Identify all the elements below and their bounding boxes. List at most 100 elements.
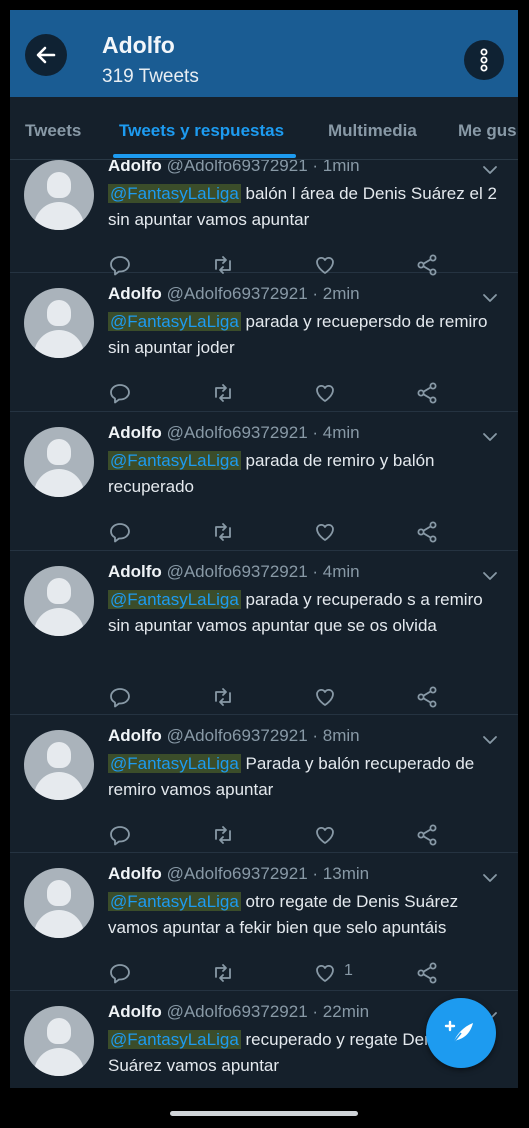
tweet-header: Adolfo @Adolfo69372921 · 2min [108,284,360,304]
tab-multimedia[interactable]: Multimedia [328,121,417,141]
reply-icon[interactable] [108,685,132,709]
retweet-icon[interactable] [211,381,235,405]
tweet-time: · 4min [312,423,360,442]
tweet-time: · 2min [312,284,360,303]
avatar-head-shape [47,439,71,465]
author-handle: @Adolfo69372921 [166,562,308,581]
tweet-header: Adolfo @Adolfo69372921 · 4min [108,562,360,582]
tweet-time: · 13min [312,864,370,883]
chevron-down-icon[interactable] [482,429,498,441]
heart-icon[interactable] [313,381,337,405]
reply-icon[interactable] [108,381,132,405]
app-screen: Adolfo 319 Tweets Tweets Tweets y respue… [10,10,518,1088]
retweet-icon[interactable] [211,823,235,847]
heart-icon[interactable] [313,520,337,544]
compose-tweet-button[interactable] [426,998,496,1068]
more-options-button[interactable] [464,40,504,80]
chevron-down-icon[interactable] [482,162,498,174]
avatar-head-shape [47,880,71,906]
tweet-text: @FantasyLaLiga parada de remiro y balón … [108,448,504,500]
tweet-header: Adolfo @Adolfo69372921 · 4min [108,423,360,443]
author-name[interactable]: Adolfo [108,160,162,175]
chevron-down-icon[interactable] [482,290,498,302]
active-tab-indicator [113,154,296,158]
avatar-body-shape [34,1048,84,1076]
tweet-actions: 1 [108,961,448,985]
tweet-header: Adolfo @Adolfo69372921 · 13min [108,864,369,884]
vertical-dots-icon [480,48,488,72]
author-name[interactable]: Adolfo [108,562,162,581]
chevron-down-icon[interactable] [482,732,498,744]
mention-link[interactable]: @FantasyLaLiga [108,451,241,470]
avatar[interactable] [24,160,94,230]
author-name[interactable]: Adolfo [108,1002,162,1021]
retweet-icon[interactable] [211,961,235,985]
author-name[interactable]: Adolfo [108,864,162,883]
share-icon[interactable] [415,685,439,709]
mention-link[interactable]: @FantasyLaLiga [108,754,241,773]
mention-link[interactable]: @FantasyLaLiga [108,1030,241,1049]
chevron-down-icon[interactable] [482,870,498,882]
avatar[interactable] [24,566,94,636]
tweet-text: @FantasyLaLiga otro regate de Denis Suár… [108,889,504,941]
tweet-text: @FantasyLaLiga parada y recuperado s a r… [108,587,504,639]
mention-link[interactable]: @FantasyLaLiga [108,590,241,609]
heart-icon[interactable] [313,685,337,709]
tweet-text: @FantasyLaLiga balón l área de Denis Suá… [108,181,504,233]
heart-icon[interactable] [313,823,337,847]
mention-link[interactable]: @FantasyLaLiga [108,184,241,203]
tweet-header: Adolfo @Adolfo69372921 · 8min [108,726,360,746]
tweet-text: @FantasyLaLiga Parada y balón recuperado… [108,751,504,803]
share-icon[interactable] [415,961,439,985]
avatar[interactable] [24,730,94,800]
tweet-item[interactable]: Adolfo @Adolfo69372921 · 4min @FantasyLaL… [10,550,518,715]
tweet-time: · 1min [312,160,360,175]
profile-header: Adolfo 319 Tweets [10,10,518,97]
tweet-item[interactable]: Adolfo @Adolfo69372921 · 2min @FantasyLaL… [10,272,518,412]
tweet-actions [108,381,448,405]
chevron-down-icon[interactable] [482,568,498,580]
avatar[interactable] [24,288,94,358]
reply-icon[interactable] [108,520,132,544]
author-handle: @Adolfo69372921 [166,726,308,745]
mention-link[interactable]: @FantasyLaLiga [108,312,241,331]
avatar[interactable] [24,427,94,497]
author-handle: @Adolfo69372921 [166,864,308,883]
tweet-text: @FantasyLaLiga parada y recuepersdo de r… [108,309,504,361]
tab-me-gusta[interactable]: Me gus [458,121,517,141]
tweet-item[interactable]: Adolfo @Adolfo69372921 · 4min @FantasyLaL… [10,411,518,551]
tweet-actions [108,823,448,847]
tweet-item[interactable]: Adolfo @Adolfo69372921 · 1min @FantasyLaL… [10,160,518,276]
avatar-body-shape [34,608,84,636]
share-icon[interactable] [415,823,439,847]
tweet-time: · 22min [312,1002,370,1021]
avatar[interactable] [24,868,94,938]
heart-icon[interactable] [313,961,337,985]
share-icon[interactable] [415,520,439,544]
avatar[interactable] [24,1006,94,1076]
tweet-actions [108,520,448,544]
author-name[interactable]: Adolfo [108,726,162,745]
retweet-icon[interactable] [211,685,235,709]
author-handle: @Adolfo69372921 [166,1002,308,1021]
tab-tweets[interactable]: Tweets [25,121,81,141]
tweet-item[interactable]: Adolfo @Adolfo69372921 · 8min @FantasyLaL… [10,714,518,853]
tweet-time: · 8min [312,726,360,745]
reply-icon[interactable] [108,823,132,847]
avatar-body-shape [34,469,84,497]
back-button[interactable] [25,34,67,76]
tab-tweets-y-respuestas[interactable]: Tweets y respuestas [119,121,284,141]
retweet-icon[interactable] [211,520,235,544]
reply-icon[interactable] [108,961,132,985]
tweet-item[interactable]: Adolfo @Adolfo69372921 · 13min @FantasyLa… [10,852,518,991]
share-icon[interactable] [415,381,439,405]
tweet-feed[interactable]: Adolfo @Adolfo69372921 · 1min @FantasyLaL… [10,160,518,1088]
avatar-body-shape [34,910,84,938]
author-name[interactable]: Adolfo [108,423,162,442]
mention-link[interactable]: @FantasyLaLiga [108,892,241,911]
home-indicator[interactable] [170,1111,358,1116]
tweet-actions [108,685,448,709]
page-title: Adolfo [102,32,175,58]
arrow-left-icon [36,46,56,64]
author-name[interactable]: Adolfo [108,284,162,303]
